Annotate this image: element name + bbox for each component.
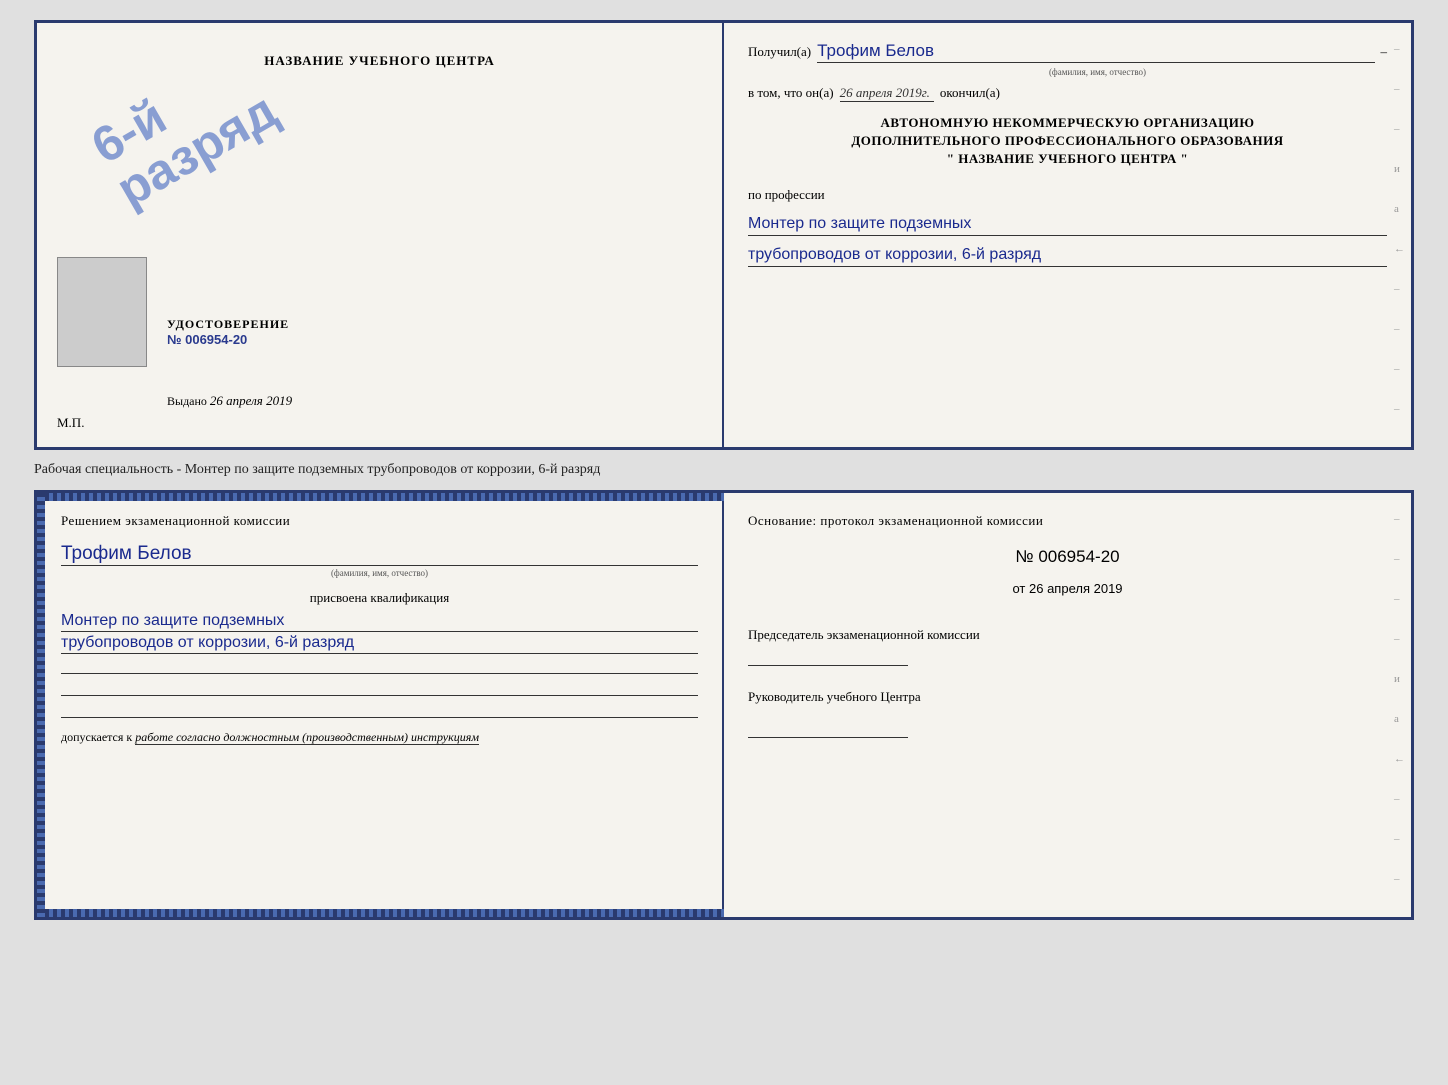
separator-text: Рабочая специальность - Монтер по защите… [34, 458, 600, 482]
org-quote-open: " [947, 151, 958, 166]
br-num: № 006954-20 [748, 547, 1387, 567]
org-name-row: " НАЗВАНИЕ УЧЕБНОГО ЦЕНТРА " [748, 150, 1387, 168]
dopuskaetsya-block: допускается к работе согласно должностны… [61, 730, 698, 745]
bl-name: Трофим Белов [61, 543, 698, 566]
top-left-panel: НАЗВАНИЕ УЧЕБНОГО ЦЕНТРА 6-й разряд УДОС… [37, 23, 724, 447]
vydano-label: Выдано [167, 394, 207, 408]
predsedatel-label: Председатель экзаменационной комиссии [748, 626, 1387, 644]
udostoverenie-label: УДОСТОВЕРЕНИЕ [167, 317, 289, 332]
bl-subtitle: (фамилия, имя, отчество) [61, 568, 698, 578]
rukovoditel-sig-line [748, 720, 908, 738]
vtom-row: в том, что он(а) 26 апреля 2019г. окончи… [748, 85, 1387, 102]
top-booklet: НАЗВАНИЕ УЧЕБНОГО ЦЕНТРА 6-й разряд УДОС… [34, 20, 1414, 450]
photo-placeholder [57, 257, 147, 367]
bottom-left-panel: Решением экзаменационной комиссии Трофим… [37, 493, 724, 917]
empty-line-1 [61, 656, 698, 674]
top-left-title: НАЗВАНИЕ УЧЕБНОГО ЦЕНТРА [57, 53, 702, 69]
bl-prof2: трубопроводов от коррозии, 6-й разряд [61, 634, 698, 654]
bl-prof1: Монтер по защите подземных [61, 612, 698, 632]
org-block: АВТОНОМНУЮ НЕКОММЕРЧЕСКУЮ ОРГАНИЗАЦИЮ ДО… [748, 114, 1387, 169]
prof-line2: трубопроводов от коррозии, 6-й разряд [748, 246, 1387, 267]
dopuskaetsya-prefix: допускается к [61, 730, 132, 744]
poluchil-subtitle: (фамилия, имя, отчество) [808, 67, 1387, 77]
bottom-booklet: Решением экзаменационной комиссии Трофим… [34, 490, 1414, 920]
rukovoditel-label: Руководитель учебного Центра [748, 688, 1387, 706]
dash-separator: – [1381, 44, 1388, 60]
poluchil-name: Трофим Белов [817, 41, 1374, 63]
mp-label: М.П. [57, 415, 84, 431]
resheniem-row: Решением экзаменационной комиссии [61, 513, 698, 529]
side-dashes: – – – и а ← – – – – [1394, 23, 1405, 415]
vtom-suffix: окончил(а) [940, 85, 1000, 101]
prof-line1: Монтер по защите подземных [748, 215, 1387, 236]
poluchil-row: Получил(а) Трофим Белов – [748, 41, 1387, 63]
predsedatel-sig-line [748, 648, 908, 666]
stamp-line2: разряд [109, 84, 285, 215]
org-quote-close: " [1177, 151, 1188, 166]
br-side-dashes: – – – – и а ← – – – – [1394, 493, 1405, 920]
udostoverenie-num: № 006954-20 [167, 332, 289, 347]
certificate-wrapper: НАЗВАНИЕ УЧЕБНОГО ЦЕНТРА 6-й разряд УДОС… [34, 20, 1414, 920]
empty-line-2 [61, 678, 698, 696]
udostoverenie-block: УДОСТОВЕРЕНИЕ № 006954-20 [167, 317, 289, 347]
bottom-right-panel: Основание: протокол экзаменационной коми… [724, 493, 1411, 917]
po-professii: по профессии [748, 187, 1387, 203]
osnovanie-row: Основание: протокол экзаменационной коми… [748, 513, 1387, 529]
vydano-date: 26 апреля 2019 [210, 393, 292, 408]
br-ot-date: 26 апреля 2019 [1029, 581, 1123, 596]
predsedatel-block: Председатель экзаменационной комиссии [748, 626, 1387, 666]
vtom-date: 26 апреля 2019г. [840, 85, 934, 102]
poluchil-label: Получил(а) [748, 44, 811, 60]
vtom-prefix: в том, что он(а) [748, 85, 834, 101]
dopuskaetsya-text: работе согласно должностным (производств… [135, 730, 479, 745]
prisvoyena: присвоена квалификация [61, 590, 698, 606]
org-line2: ДОПОЛНИТЕЛЬНОГО ПРОФЕССИОНАЛЬНОГО ОБРАЗО… [748, 132, 1387, 150]
br-ot-prefix: от [1012, 581, 1025, 596]
br-ot: от 26 апреля 2019 [748, 581, 1387, 596]
vydano-block: Выдано 26 апреля 2019 [167, 393, 292, 409]
org-name: НАЗВАНИЕ УЧЕБНОГО ЦЕНТРА [958, 151, 1177, 166]
org-line1: АВТОНОМНУЮ НЕКОММЕРЧЕСКУЮ ОРГАНИЗАЦИЮ [748, 114, 1387, 132]
top-right-panel: Получил(а) Трофим Белов – (фамилия, имя,… [724, 23, 1411, 447]
empty-line-3 [61, 700, 698, 718]
